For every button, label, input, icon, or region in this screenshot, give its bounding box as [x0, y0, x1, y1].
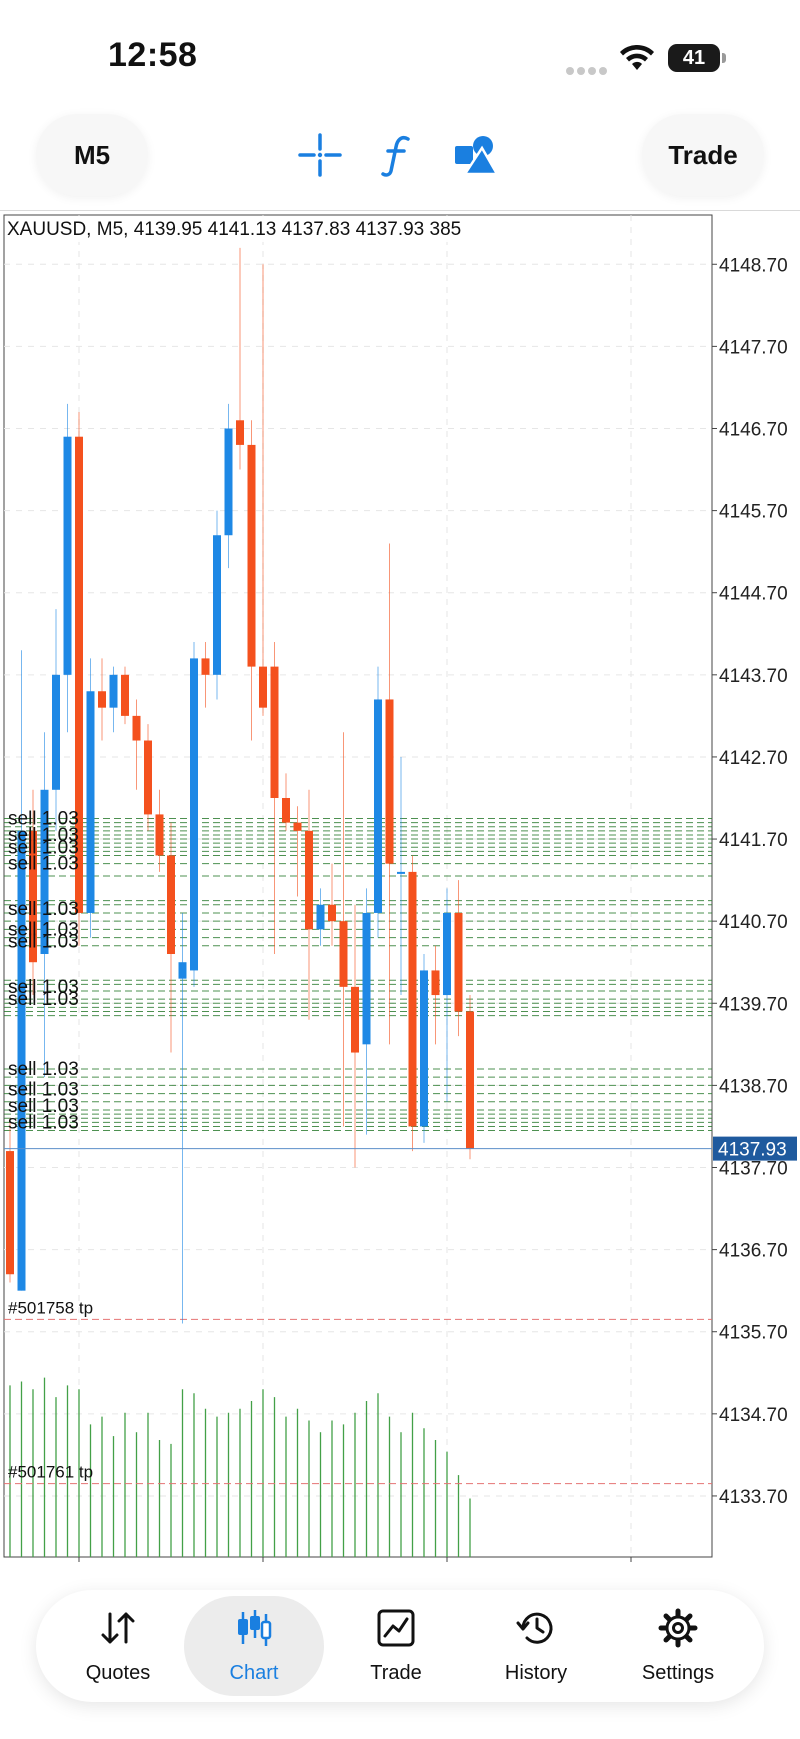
y-tick-label: 4146.70: [719, 419, 788, 440]
candle-body[interactable]: [98, 691, 106, 708]
candle-body[interactable]: [270, 666, 279, 798]
candle-body[interactable]: [132, 715, 141, 741]
candle-body[interactable]: [178, 962, 187, 979]
candle-body[interactable]: [144, 740, 152, 815]
candle-body[interactable]: [86, 691, 95, 913]
y-tick-label: 4145.70: [719, 502, 788, 523]
candle-body[interactable]: [454, 912, 463, 1012]
candlestick-icon: [238, 1610, 272, 1646]
candle-body[interactable]: [443, 912, 451, 996]
trade-chart-icon: [377, 1609, 415, 1647]
function-icon[interactable]: [375, 132, 421, 178]
candle-body[interactable]: [121, 674, 129, 716]
y-tick-label: 4147.70: [719, 337, 788, 358]
gear-icon: [658, 1608, 698, 1648]
timeframe-button[interactable]: M5: [36, 114, 148, 196]
wifi-icon: [620, 44, 654, 70]
y-tick-label: 4138.70: [719, 1076, 788, 1097]
history-clock-icon: [516, 1612, 553, 1644]
candle-body[interactable]: [259, 666, 267, 708]
chart-frame: [3, 214, 713, 1558]
chart-toolbar: M5 Trade: [0, 110, 800, 210]
nav-quotes[interactable]: Quotes: [48, 1596, 188, 1696]
y-tick-label: 4134.70: [719, 1405, 788, 1426]
candle-body[interactable]: [109, 674, 118, 708]
y-tick-label: 4136.70: [719, 1241, 788, 1262]
status-time: 12:58: [108, 36, 198, 74]
candle-body[interactable]: [293, 822, 302, 831]
y-tick-label: 4140.70: [719, 912, 788, 933]
chart-header: XAUUSD, M5, 4139.95 4141.13 4137.83 4137…: [7, 219, 461, 240]
crosshair-icon[interactable]: [297, 132, 343, 178]
battery-icon: 41: [668, 44, 720, 72]
bottom-nav: Quotes Chart Trade History Settings: [36, 1590, 764, 1702]
order-label: sell 1.03: [8, 932, 79, 953]
candle-body[interactable]: [339, 921, 348, 987]
candle-body[interactable]: [431, 970, 440, 996]
order-label: sell 1.03: [8, 1112, 79, 1133]
candle-body[interactable]: [305, 830, 313, 930]
nav-history[interactable]: History: [466, 1596, 606, 1696]
battery-cap: [722, 53, 726, 63]
candle-body[interactable]: [236, 420, 244, 445]
battery-level: 41: [682, 47, 706, 69]
candle-body[interactable]: [224, 428, 233, 536]
nav-label: Settings: [641, 1662, 715, 1684]
y-tick-label: 4148.70: [719, 255, 788, 276]
order-label: sell 1.03: [8, 854, 79, 875]
nav-label: Chart: [229, 1662, 279, 1684]
candle-body[interactable]: [247, 444, 256, 667]
candle-body[interactable]: [190, 658, 198, 971]
objects-icon[interactable]: [452, 132, 498, 178]
trade-button-label: Trade: [668, 139, 738, 170]
nav-trade[interactable]: Trade: [326, 1596, 466, 1696]
trade-button[interactable]: Trade: [642, 114, 764, 196]
candle-body[interactable]: [167, 855, 175, 955]
candle-body[interactable]: [52, 674, 60, 790]
tp-label: #501758 tp: [8, 1298, 93, 1317]
y-tick-label: 4144.70: [719, 584, 788, 605]
chart-area[interactable]: 4148.70 4147.70 4146.70 4145.70 4144.70 4143.…: [0, 212, 800, 1562]
nav-label: Quotes: [85, 1662, 151, 1684]
candle-body[interactable]: [362, 912, 371, 1045]
toolbar-divider: [0, 210, 800, 211]
candle-body[interactable]: [351, 986, 359, 1053]
candle-body[interactable]: [201, 658, 210, 675]
candle-body[interactable]: [155, 814, 164, 856]
candle-body[interactable]: [213, 535, 221, 675]
candle-body[interactable]: [408, 871, 417, 1127]
candle-body[interactable]: [282, 797, 290, 823]
status-bar: 12:58 41: [0, 0, 800, 110]
current-price-label: 4137.93: [718, 1140, 787, 1161]
candle-body[interactable]: [397, 871, 405, 874]
nav-settings[interactable]: Settings: [608, 1596, 748, 1696]
y-tick-label: 4137.70: [719, 1158, 788, 1179]
order-label: sell 1.03: [8, 989, 79, 1010]
nav-label: History: [504, 1662, 568, 1684]
candle-body[interactable]: [374, 699, 382, 913]
candle-body[interactable]: [63, 436, 72, 675]
timeframe-label: M5: [73, 139, 111, 170]
cellular-signal-icon: [566, 62, 610, 80]
candle-body[interactable]: [420, 970, 428, 1127]
candle-body[interactable]: [385, 699, 394, 864]
nav-label: Trade: [370, 1662, 422, 1684]
y-tick-label: 4142.70: [719, 748, 788, 769]
candle-body[interactable]: [316, 904, 325, 930]
candle-body[interactable]: [466, 1011, 474, 1149]
order-label: sell 1.03: [8, 1059, 79, 1080]
price-chart[interactable]: 4148.70 4147.70 4146.70 4145.70 4144.70 4143.…: [0, 212, 800, 1562]
y-tick-label: 4141.70: [719, 830, 788, 851]
candle-body[interactable]: [6, 1151, 14, 1275]
nav-chart[interactable]: Chart: [184, 1596, 324, 1696]
order-label: sell 1.03: [8, 899, 79, 920]
y-tick-label: 4135.70: [719, 1323, 788, 1344]
y-tick-label: 4139.70: [719, 994, 788, 1015]
quotes-arrows-icon: [101, 1612, 135, 1644]
y-tick-label: 4143.70: [719, 666, 788, 687]
tp-label: #501761 tp: [8, 1463, 93, 1482]
y-tick-label: 4133.70: [719, 1487, 788, 1508]
candle-body[interactable]: [328, 904, 336, 922]
